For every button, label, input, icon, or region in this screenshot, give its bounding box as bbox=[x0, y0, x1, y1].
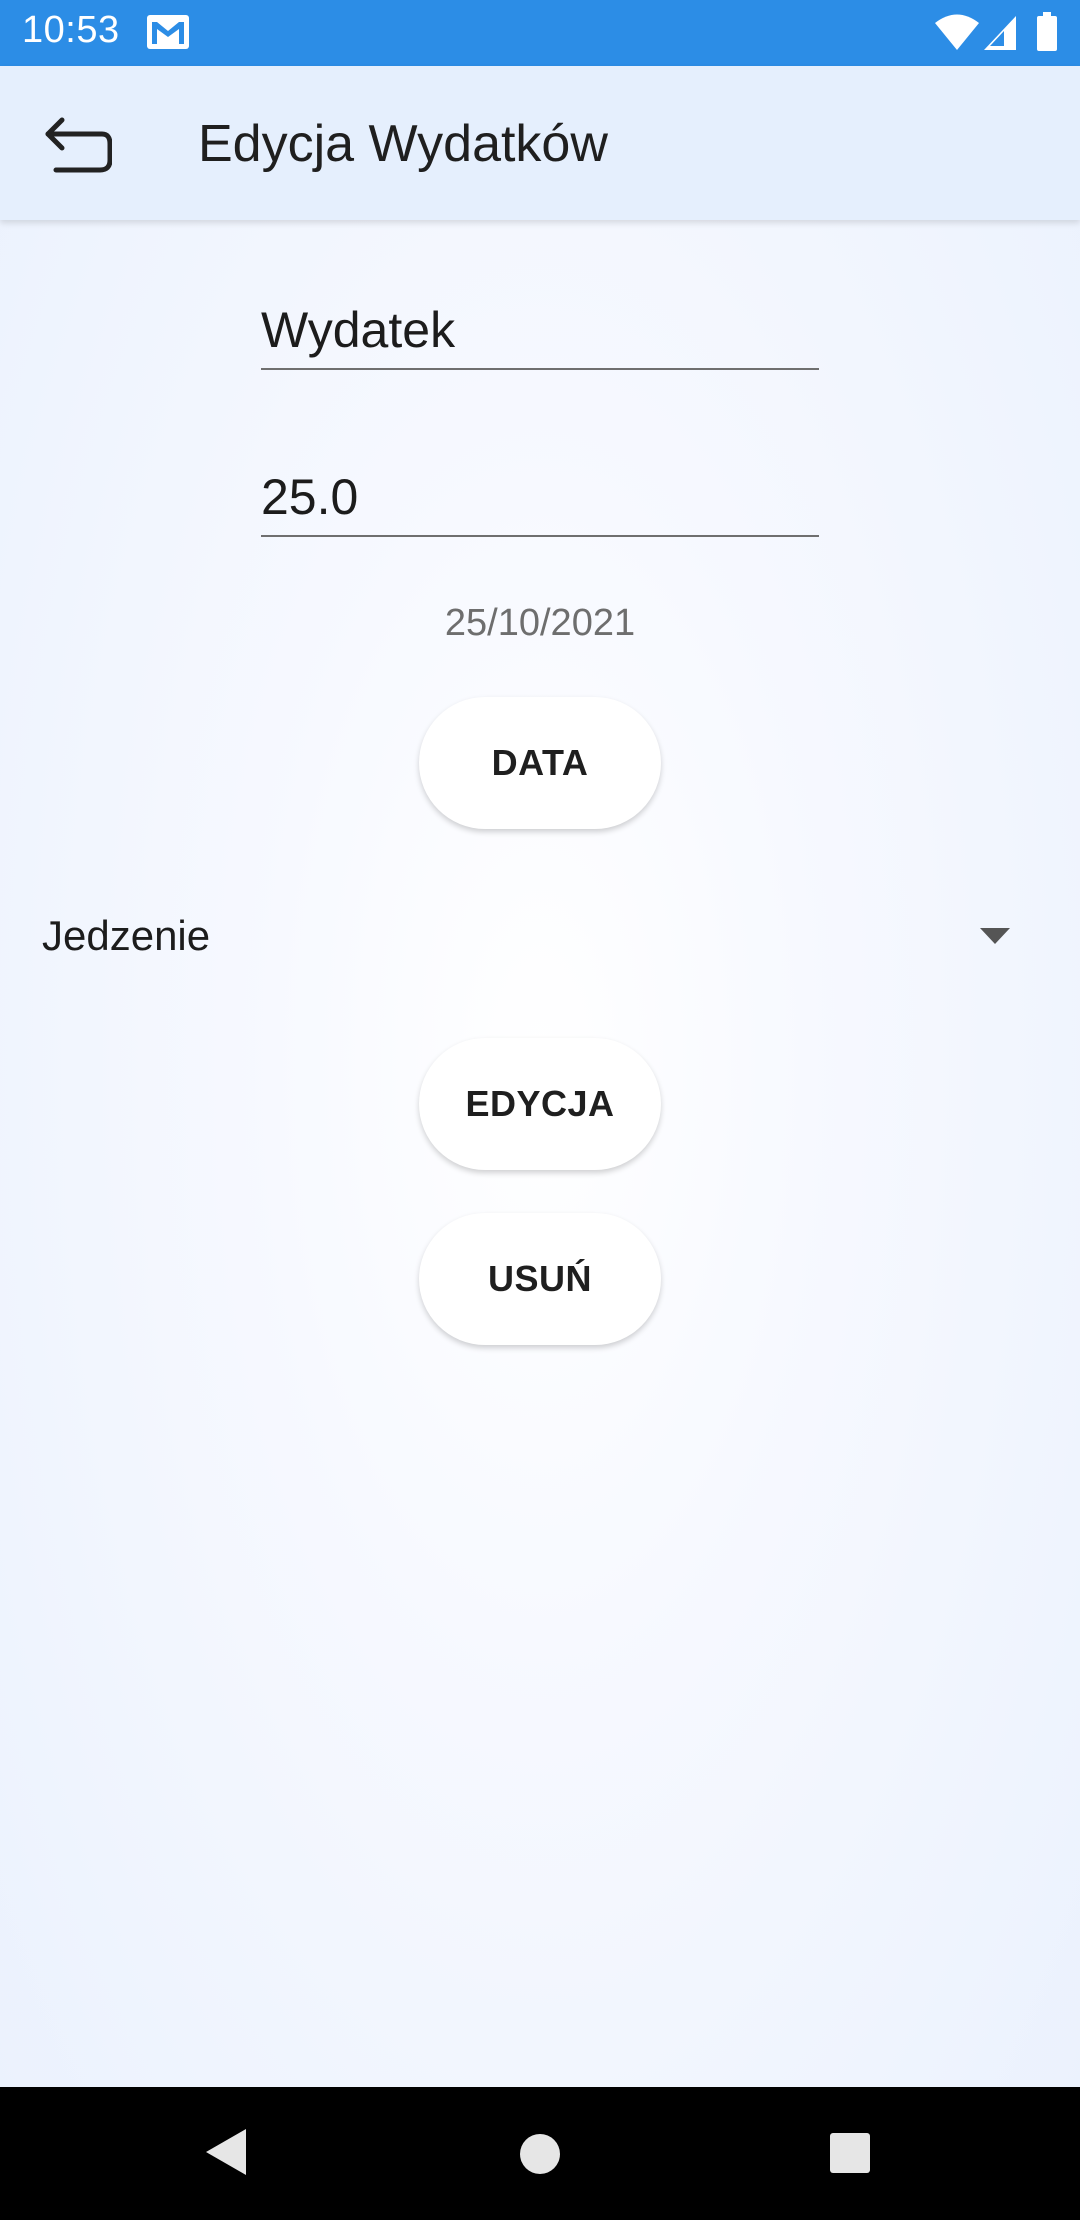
expense-amount-field[interactable] bbox=[261, 447, 819, 537]
delete-button[interactable]: USUŃ bbox=[419, 1213, 661, 1345]
expense-amount-input[interactable] bbox=[261, 447, 819, 535]
category-selected-value: Jedzenie bbox=[42, 912, 211, 959]
back-triangle-icon[interactable] bbox=[204, 2127, 248, 2177]
expense-name-field[interactable] bbox=[261, 280, 819, 370]
expense-name-input[interactable] bbox=[261, 280, 819, 368]
selected-date: 25/10/2021 bbox=[444, 602, 636, 644]
battery-icon bbox=[1037, 12, 1057, 51]
back-button[interactable] bbox=[28, 104, 124, 184]
dropdown-arrow-icon bbox=[980, 928, 1010, 944]
gmail-icon bbox=[147, 15, 189, 49]
status-time: 10:53 bbox=[22, 9, 120, 51]
date-button[interactable]: DATA bbox=[419, 697, 661, 829]
home-circle-icon[interactable] bbox=[518, 2132, 562, 2176]
wifi-icon bbox=[935, 14, 979, 50]
category-dropdown[interactable]: Jedzenie bbox=[20, 898, 1040, 974]
undo-arrow-icon bbox=[45, 117, 112, 173]
status-bar: 10:53 bbox=[0, 0, 1080, 66]
edit-button[interactable]: EDYCJA bbox=[419, 1038, 661, 1170]
signal-icon bbox=[984, 16, 1016, 50]
app-bar: Edycja Wydatków bbox=[0, 66, 1080, 220]
page-title: Edycja Wydatków bbox=[198, 115, 608, 173]
navigation-bar bbox=[0, 2087, 1080, 2220]
recents-square-icon[interactable] bbox=[828, 2131, 872, 2175]
screen: 10:53 Edycja Wydatków Wydatek 25.0 25/10… bbox=[0, 0, 1080, 2220]
